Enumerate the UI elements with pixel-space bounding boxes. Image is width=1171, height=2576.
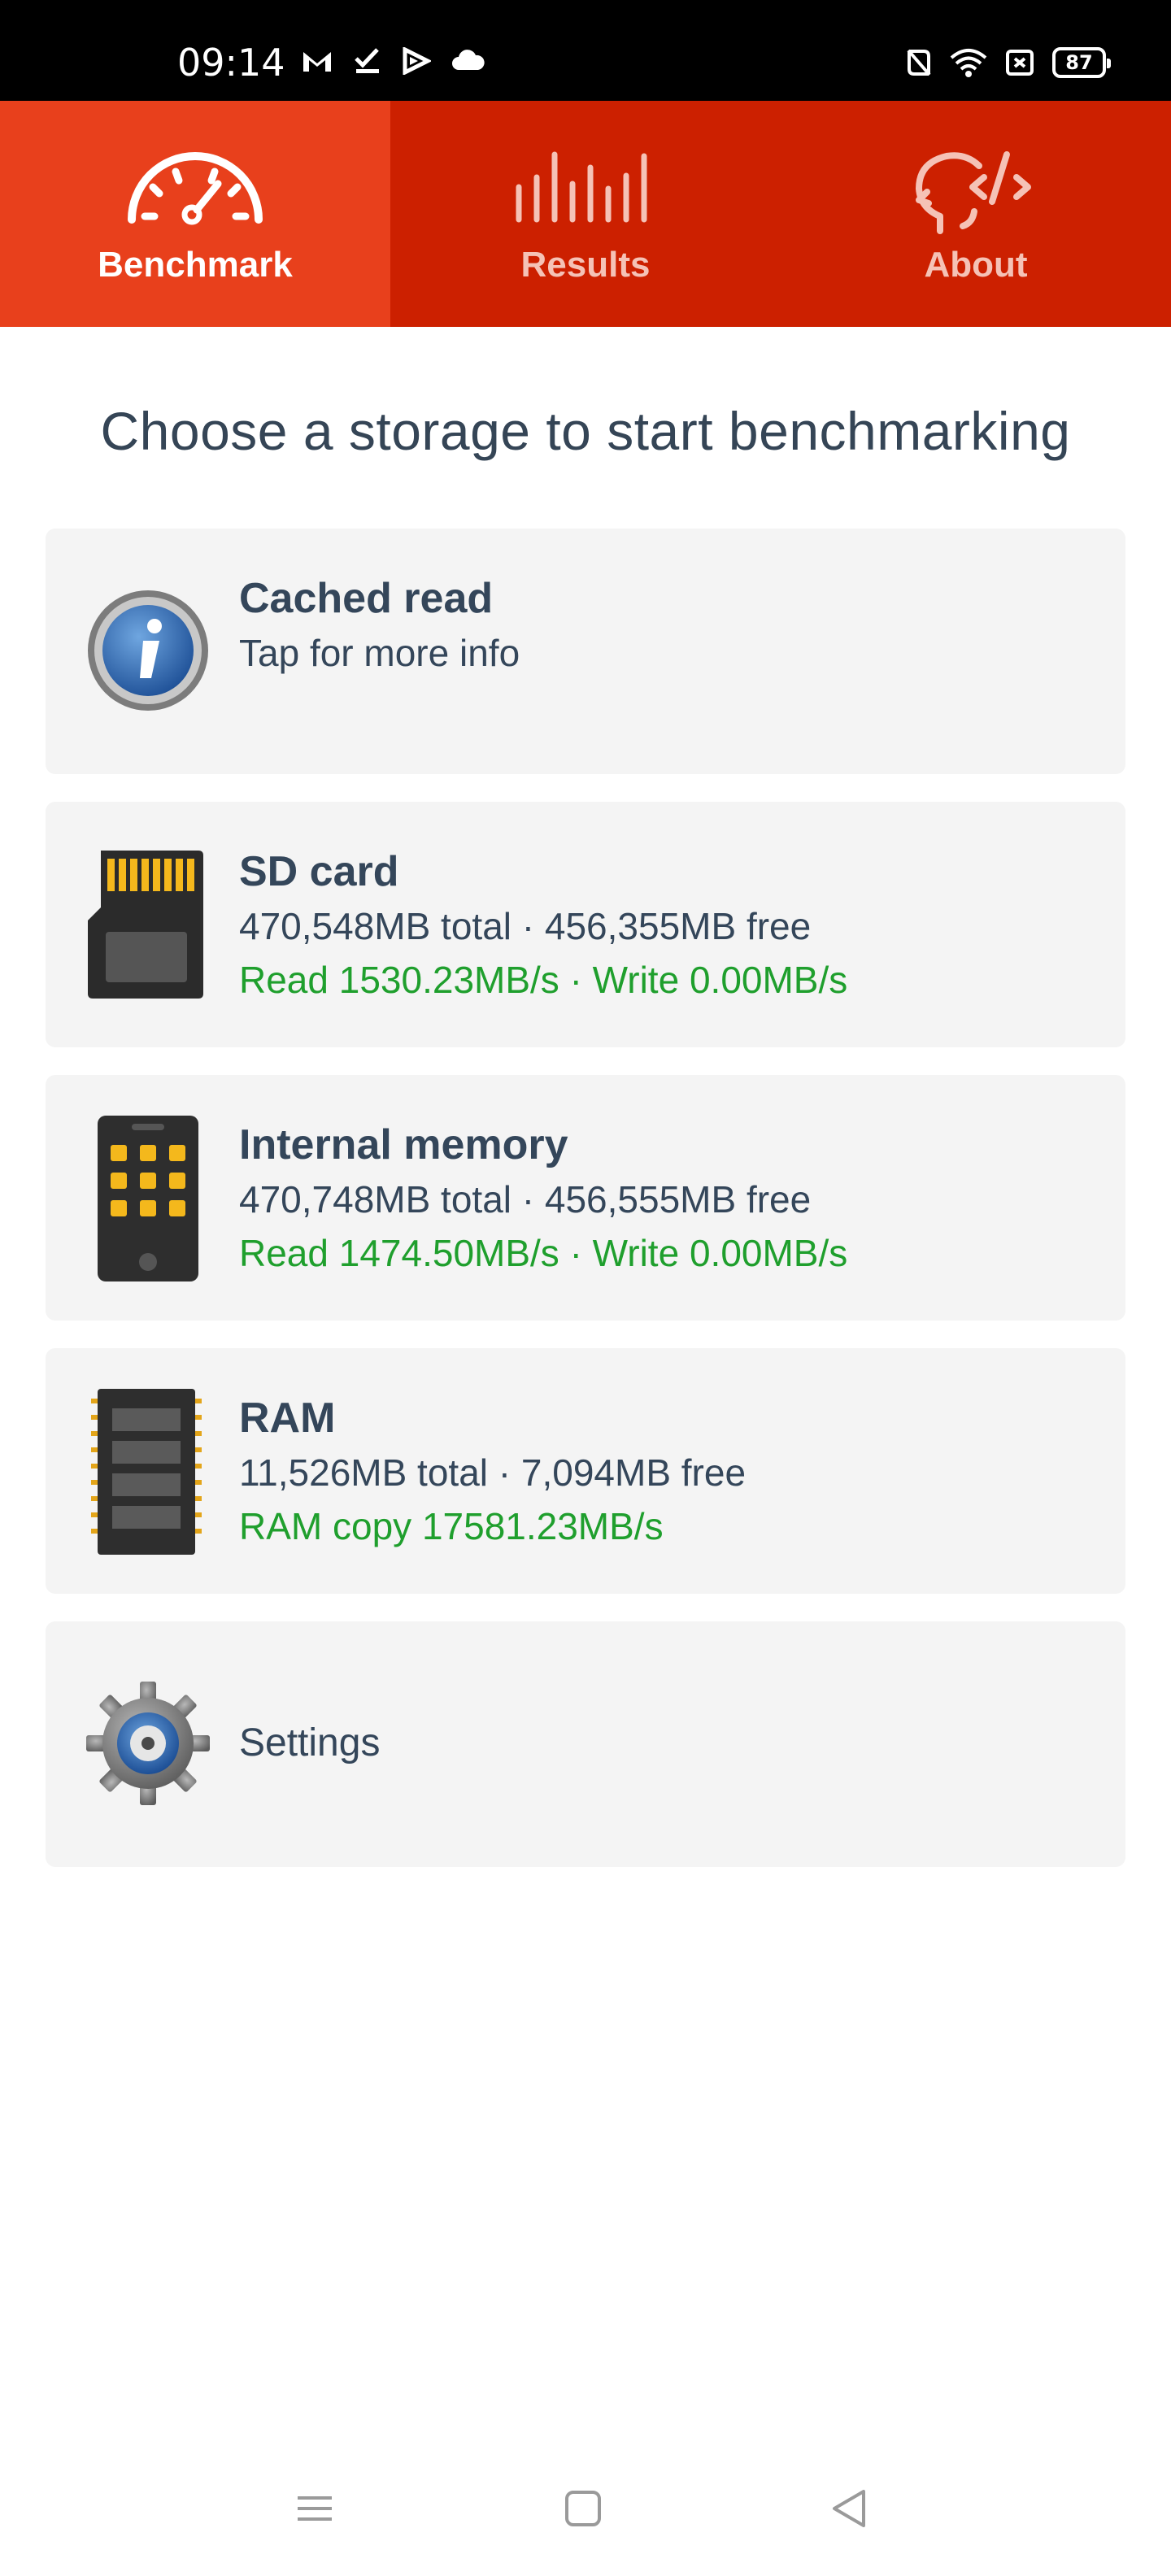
home-icon[interactable] xyxy=(563,2488,603,2529)
cached-read-card[interactable]: Cached read Tap for more info xyxy=(46,529,1125,774)
page-title: Choose a storage to start benchmarking xyxy=(100,401,1071,461)
phone-icon xyxy=(98,1116,198,1281)
internal-memory-card[interactable]: Internal memory 470,748MB total · 456,55… xyxy=(46,1075,1125,1321)
cached-read-subtitle: Tap for more info xyxy=(239,632,520,674)
info-icon xyxy=(88,590,208,711)
tab-label: About xyxy=(924,245,1028,285)
screen-icon xyxy=(1006,50,1034,76)
ram-card[interactable]: RAM 11,526MB total · 7,094MB free RAM co… xyxy=(46,1348,1125,1594)
tab-about[interactable]: About xyxy=(781,101,1171,327)
system-icons: 87 xyxy=(906,47,1111,78)
notification-icons xyxy=(301,47,486,75)
sd-card-title: SD card xyxy=(239,848,399,895)
checkmark-icon xyxy=(355,48,379,73)
wifi-icon xyxy=(950,49,987,77)
tab-benchmark[interactable]: Benchmark xyxy=(0,101,390,327)
cached-read-title: Cached read xyxy=(239,575,494,622)
bars-icon xyxy=(516,151,647,223)
sd-card-speed: Read 1530.23MB/s · Write 0.00MB/s xyxy=(239,959,848,1001)
play-icon xyxy=(403,47,431,75)
cloud-icon xyxy=(452,50,485,70)
tab-label: Results xyxy=(520,245,651,285)
speedometer-icon xyxy=(128,152,263,225)
gmail-icon xyxy=(303,52,331,72)
ram-capacity: 11,526MB total · 7,094MB free xyxy=(239,1451,747,1494)
internal-memory-speed: Read 1474.50MB/s · Write 0.00MB/s xyxy=(239,1232,848,1274)
ram-speed: RAM copy 17581.23MB/s xyxy=(239,1505,664,1547)
tab-label: Benchmark xyxy=(98,245,293,285)
settings-label: Settings xyxy=(239,1721,381,1764)
back-icon[interactable] xyxy=(829,2488,870,2529)
internal-memory-title: Internal memory xyxy=(239,1121,568,1168)
gear-icon xyxy=(86,1682,210,1805)
tab-results[interactable]: Results xyxy=(390,101,781,327)
ram-chip-icon xyxy=(91,1389,202,1555)
internal-memory-capacity: 470,748MB total · 456,555MB free xyxy=(239,1178,812,1221)
system-nav-bar xyxy=(0,2448,1171,2576)
sd-card-icon xyxy=(88,851,203,999)
head-code-icon xyxy=(916,151,1031,234)
status-bar: 09:14 87 xyxy=(0,0,1171,101)
settings-card[interactable]: Settings xyxy=(46,1621,1125,1867)
menu-icon[interactable] xyxy=(294,2488,335,2529)
nfc-icon xyxy=(907,49,931,76)
sd-card-capacity: 470,548MB total · 456,355MB free xyxy=(239,905,812,947)
sd-card-card[interactable]: SD card 470,548MB total · 456,355MB free… xyxy=(46,802,1125,1047)
tab-bar: Benchmark Results About xyxy=(0,101,1171,327)
ram-title: RAM xyxy=(239,1395,336,1442)
battery-icon: 87 xyxy=(1052,47,1111,78)
status-time: 09:14 xyxy=(177,41,285,85)
